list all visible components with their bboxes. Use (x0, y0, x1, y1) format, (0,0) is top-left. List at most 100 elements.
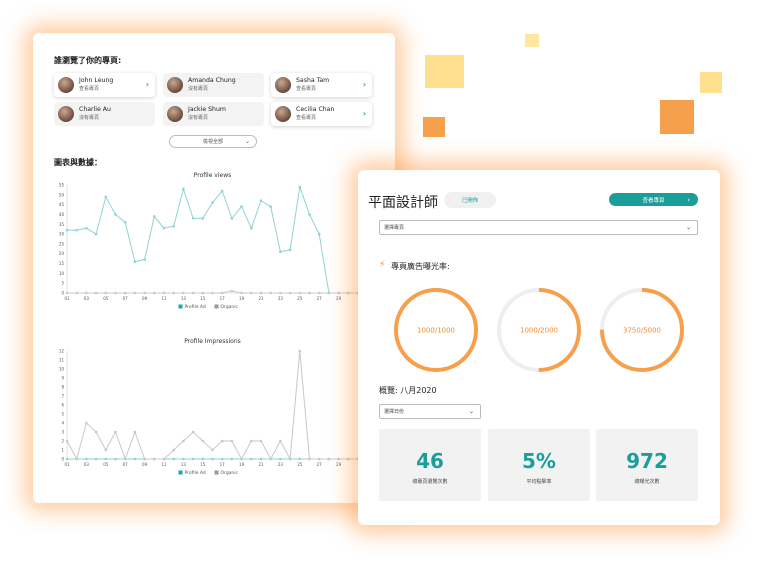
x-tick-label: 17 (220, 462, 226, 467)
data-point (65, 439, 69, 443)
data-point (298, 291, 302, 295)
viewer-status: 查看專頁 (296, 86, 317, 92)
data-point (133, 457, 137, 461)
data-point (191, 430, 195, 434)
data-point (337, 291, 340, 295)
data-point (104, 195, 108, 199)
data-point (308, 213, 311, 216)
viewer-card: Jackie Shum 沒有專頁 (163, 102, 264, 126)
x-tick-label: 29 (336, 296, 342, 301)
status-badge: 已開佈 (444, 192, 496, 208)
chevron-right-icon: › (362, 109, 366, 118)
data-point (104, 291, 108, 295)
data-point (201, 217, 205, 220)
y-tick-label: 20 (59, 251, 65, 256)
data-point (143, 457, 146, 461)
job-title: 平面設計師 (368, 195, 438, 211)
page-select[interactable]: 選擇專頁 ⌄ (379, 220, 698, 235)
data-point (269, 205, 272, 208)
x-tick-label: 09 (142, 462, 148, 467)
x-tick-label: 11 (161, 296, 167, 301)
data-point (259, 199, 263, 203)
x-tick-label: 23 (278, 462, 284, 467)
viewer-card[interactable]: Cecilia Chan 查看專頁 › (271, 102, 372, 126)
view-page-button[interactable]: 查看專頁 › (609, 193, 698, 206)
profile-impressions-chart: Profile Impressions012345678910111201 03 0… (59, 338, 360, 476)
data-point (240, 205, 243, 208)
data-point (94, 430, 98, 434)
job-listing-card: 平面設計師 已開佈 查看專頁 › 選擇專頁 ⌄ ⚡ 專頁廣告曝光率: 1000/… (358, 170, 720, 525)
data-point (250, 457, 253, 461)
y-tick-label: 5 (61, 281, 64, 286)
x-tick-label: 15 (200, 296, 206, 301)
overview-title: 概覽: 八月2020 (379, 386, 437, 395)
y-tick-label: 15 (59, 261, 65, 266)
y-tick-label: 3 (61, 430, 64, 435)
x-tick-label: 17 (220, 296, 226, 301)
data-point (347, 291, 350, 295)
charts-title: 圖表與數據： (54, 158, 102, 167)
viewer-status: 查看專頁 (79, 86, 100, 92)
data-point (250, 226, 253, 230)
data-point (230, 457, 234, 461)
viewer-status: 沒有專頁 (188, 115, 209, 121)
data-point (201, 457, 205, 461)
data-point (85, 226, 88, 230)
data-point (211, 448, 214, 452)
data-point (279, 250, 282, 254)
chevron-down-icon: ⌄ (685, 224, 691, 231)
data-point (143, 258, 146, 261)
legend-swatch (214, 304, 219, 309)
data-point (114, 291, 117, 295)
data-point (317, 232, 321, 236)
period-select[interactable]: 選擇日份 ⌄ (379, 404, 481, 419)
data-point (240, 291, 243, 295)
legend-swatch (178, 304, 183, 309)
data-point (298, 349, 302, 353)
data-point (182, 439, 185, 443)
data-point (327, 291, 331, 295)
x-tick-label: 03 (84, 296, 90, 301)
deco-square-orange-right (660, 100, 694, 134)
stat-value: 46 (416, 449, 444, 473)
data-point (201, 439, 205, 443)
data-point (327, 457, 331, 461)
data-point (94, 232, 98, 236)
profile-insights-card: 誰瀏覽了你的專頁: John Leung 查看專頁 › Amanda Chung 沒… (33, 33, 395, 503)
show-all-button[interactable]: 檢視全部 ⌄ (169, 135, 257, 148)
data-point (308, 291, 311, 295)
y-tick-label: 0 (61, 291, 64, 296)
data-point (259, 291, 263, 295)
chevron-right-icon: › (362, 80, 366, 89)
y-tick-label: 0 (61, 457, 64, 462)
stat-value: 972 (626, 449, 668, 473)
data-point (182, 291, 185, 295)
data-point (94, 291, 98, 295)
period-select-value: 選擇日份 (384, 409, 405, 415)
y-tick-label: 55 (59, 183, 65, 188)
data-point (201, 291, 205, 295)
data-point (230, 439, 234, 443)
page-select-value: 選擇專頁 (384, 225, 405, 231)
avatar (275, 77, 291, 93)
x-tick-label: 13 (181, 296, 187, 301)
data-point (172, 457, 175, 461)
stat-label: 總專頁瀏覽次數 (412, 479, 448, 485)
viewer-name: Jackie Shum (188, 106, 226, 113)
data-point (85, 291, 88, 295)
data-point (85, 421, 88, 425)
data-point (153, 291, 156, 295)
viewer-card[interactable]: Sasha Tam 查看專頁 › (271, 73, 372, 97)
avatar (167, 77, 183, 93)
data-point (172, 291, 175, 295)
viewer-card[interactable]: John Leung 查看專頁 › (54, 73, 155, 97)
avatar (167, 106, 183, 122)
gauge-label: 1000/2000 (520, 327, 558, 335)
x-tick-label: 25 (297, 462, 303, 467)
series-line (66, 350, 358, 461)
data-point (269, 291, 272, 295)
y-tick-label: 30 (59, 232, 65, 237)
x-tick-label: 19 (239, 462, 245, 467)
x-tick-label: 07 (123, 296, 129, 301)
data-point (75, 457, 78, 461)
